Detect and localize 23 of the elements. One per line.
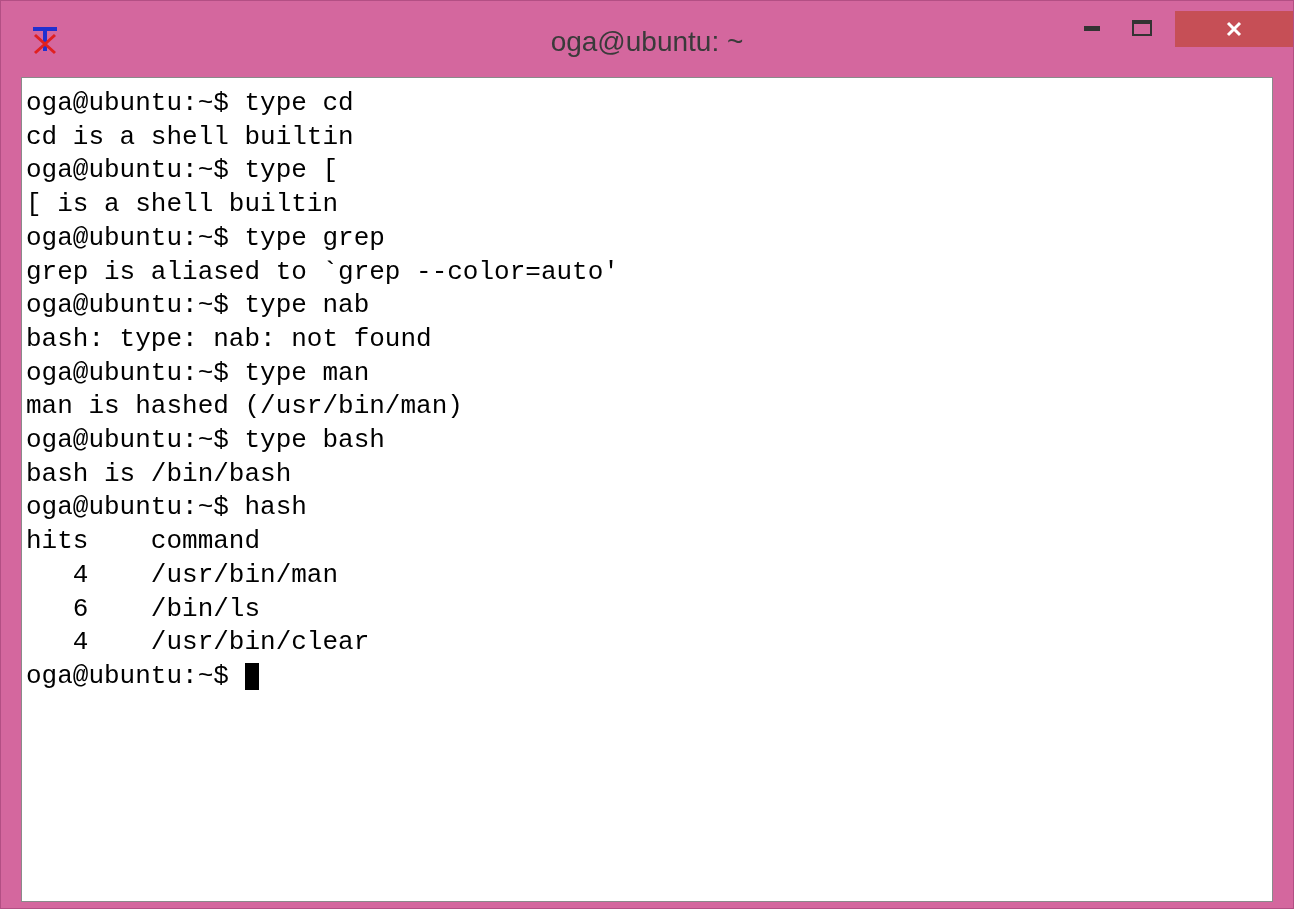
maximize-icon xyxy=(1132,20,1152,36)
terminal-line: bash is /bin/bash xyxy=(26,457,292,491)
terminal-line: oga@ubuntu:~$ type cd xyxy=(26,87,354,120)
terminal-line: oga@ubuntu:~$ type bash xyxy=(26,424,385,458)
terminal-line: oga@ubuntu:~$ type grep xyxy=(26,221,385,255)
terminal-line: bash: type: nab: not found xyxy=(26,322,432,356)
terminal-line: 6 /bin/ls xyxy=(71,592,261,626)
terminal-line: 4 /usr/bin/man xyxy=(71,558,339,592)
terminal-line: oga@ubuntu:~$ hash xyxy=(26,491,307,525)
terminal-line: [ is a shell builtin xyxy=(26,188,339,222)
terminal-line: oga@ubuntu:~$ type man xyxy=(26,356,370,390)
terminal-line: oga@ubuntu:~$ type nab xyxy=(26,289,370,323)
terminal-line: grep is aliased to `grep --color=auto' xyxy=(26,255,619,289)
terminal-line: hits command xyxy=(26,525,261,559)
terminal-line: cd is a shell builtin xyxy=(26,120,354,154)
minimize-icon xyxy=(1084,25,1100,31)
shell-prompt: oga@ubuntu:~$ xyxy=(26,659,229,693)
close-button[interactable] xyxy=(1175,11,1293,47)
terminal-line: man is hashed (/usr/bin/man) xyxy=(26,390,463,424)
terminal-line: oga@ubuntu:~$ type [ xyxy=(26,154,339,188)
terminal-line: 4 /usr/bin/clear xyxy=(71,626,370,660)
window-title: oga@ubuntu: ~ xyxy=(550,25,744,59)
close-icon xyxy=(1226,21,1242,37)
